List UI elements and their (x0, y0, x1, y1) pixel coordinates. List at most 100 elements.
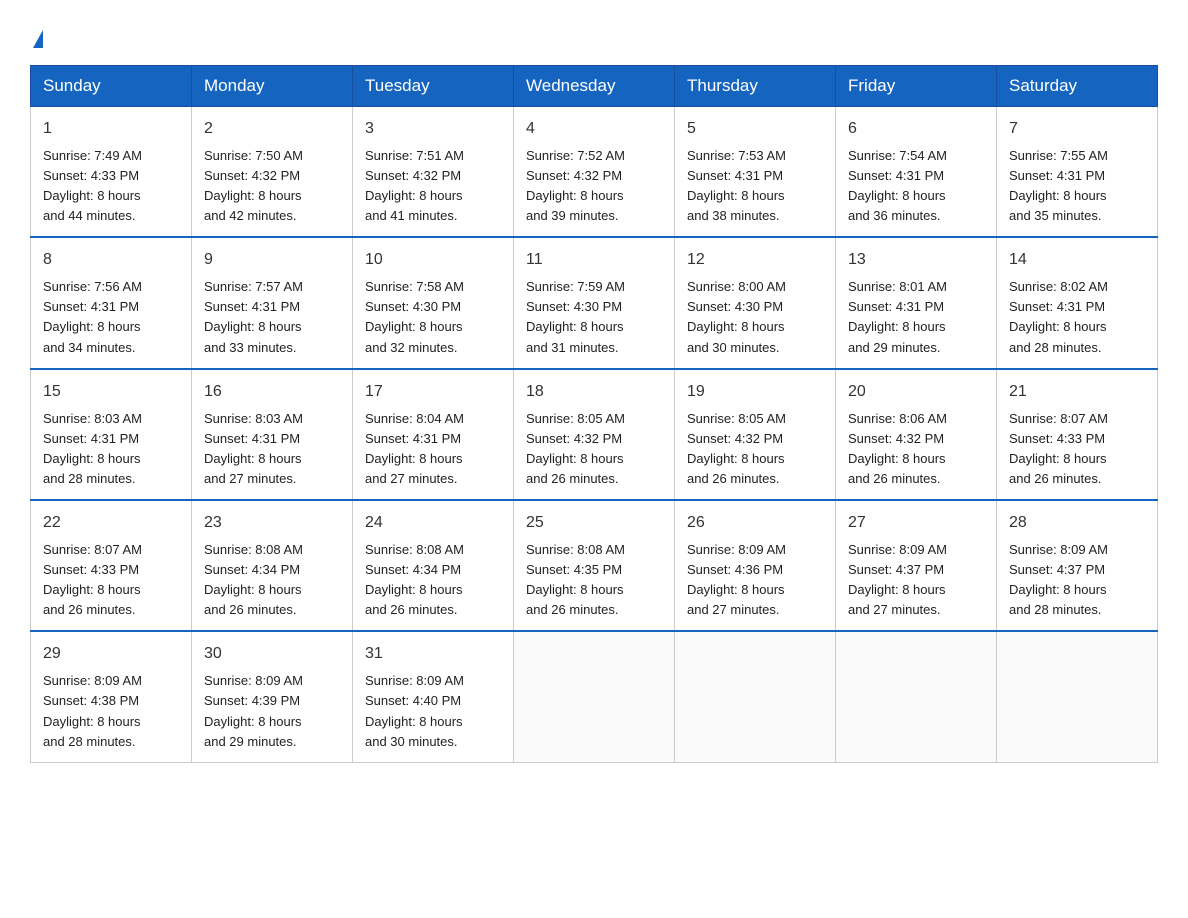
day-number: 19 (687, 380, 823, 405)
day-info: Sunrise: 8:06 AM Sunset: 4:32 PM Dayligh… (848, 409, 984, 490)
calendar-week-4: 22 Sunrise: 8:07 AM Sunset: 4:33 PM Dayli… (31, 500, 1158, 631)
calendar-table: SundayMondayTuesdayWednesdayThursdayFrid… (30, 65, 1158, 763)
day-number: 12 (687, 248, 823, 273)
day-number: 5 (687, 117, 823, 142)
day-number: 30 (204, 642, 340, 667)
day-info: Sunrise: 8:02 AM Sunset: 4:31 PM Dayligh… (1009, 277, 1145, 358)
calendar-cell: 22 Sunrise: 8:07 AM Sunset: 4:33 PM Dayli… (31, 500, 192, 631)
calendar-body: 1 Sunrise: 7:49 AM Sunset: 4:33 PM Daylig… (31, 107, 1158, 763)
day-number: 2 (204, 117, 340, 142)
calendar-cell: 12Sunrise: 8:00 AM Sunset: 4:30 PM Dayli… (675, 237, 836, 368)
calendar-cell: 19 Sunrise: 8:05 AM Sunset: 4:32 PM Dayli… (675, 369, 836, 500)
day-info: Sunrise: 8:08 AM Sunset: 4:34 PM Dayligh… (204, 540, 340, 621)
day-info: Sunrise: 7:57 AM Sunset: 4:31 PM Dayligh… (204, 277, 340, 358)
day-number: 25 (526, 511, 662, 536)
calendar-cell: 29 Sunrise: 8:09 AM Sunset: 4:38 PM Dayli… (31, 631, 192, 762)
day-info: Sunrise: 7:55 AM Sunset: 4:31 PM Dayligh… (1009, 146, 1145, 227)
day-number: 8 (43, 248, 179, 273)
day-number: 1 (43, 117, 179, 142)
day-number: 18 (526, 380, 662, 405)
calendar-cell: 2 Sunrise: 7:50 AM Sunset: 4:32 PM Daylig… (192, 107, 353, 238)
page: SundayMondayTuesdayWednesdayThursdayFrid… (0, 0, 1188, 793)
day-number: 29 (43, 642, 179, 667)
calendar-cell: 17 Sunrise: 8:04 AM Sunset: 4:31 PM Dayli… (353, 369, 514, 500)
day-info: Sunrise: 7:52 AM Sunset: 4:32 PM Dayligh… (526, 146, 662, 227)
day-info: Sunrise: 8:05 AM Sunset: 4:32 PM Dayligh… (687, 409, 823, 490)
day-info: Sunrise: 8:04 AM Sunset: 4:31 PM Dayligh… (365, 409, 501, 490)
day-number: 11 (526, 248, 662, 273)
calendar-cell: 31 Sunrise: 8:09 AM Sunset: 4:40 PM Dayli… (353, 631, 514, 762)
day-number: 21 (1009, 380, 1145, 405)
day-info: Sunrise: 7:56 AM Sunset: 4:31 PM Dayligh… (43, 277, 179, 358)
day-number: 28 (1009, 511, 1145, 536)
calendar-cell: 3 Sunrise: 7:51 AM Sunset: 4:32 PM Daylig… (353, 107, 514, 238)
calendar-cell: 14 Sunrise: 8:02 AM Sunset: 4:31 PM Dayli… (997, 237, 1158, 368)
weekday-header-row: SundayMondayTuesdayWednesdayThursdayFrid… (31, 66, 1158, 107)
day-number: 13 (848, 248, 984, 273)
day-number: 10 (365, 248, 501, 273)
day-info: Sunrise: 7:50 AM Sunset: 4:32 PM Dayligh… (204, 146, 340, 227)
calendar-cell: 25 Sunrise: 8:08 AM Sunset: 4:35 PM Dayli… (514, 500, 675, 631)
calendar-week-1: 1 Sunrise: 7:49 AM Sunset: 4:33 PM Daylig… (31, 107, 1158, 238)
calendar-header: SundayMondayTuesdayWednesdayThursdayFrid… (31, 66, 1158, 107)
calendar-cell (675, 631, 836, 762)
calendar-cell (514, 631, 675, 762)
day-number: 4 (526, 117, 662, 142)
calendar-cell: 15 Sunrise: 8:03 AM Sunset: 4:31 PM Dayli… (31, 369, 192, 500)
logo-row1 (30, 30, 43, 48)
calendar-cell: 1 Sunrise: 7:49 AM Sunset: 4:33 PM Daylig… (31, 107, 192, 238)
weekday-header-monday: Monday (192, 66, 353, 107)
weekday-header-friday: Friday (836, 66, 997, 107)
calendar-week-5: 29 Sunrise: 8:09 AM Sunset: 4:38 PM Dayli… (31, 631, 1158, 762)
day-info: Sunrise: 7:58 AM Sunset: 4:30 PM Dayligh… (365, 277, 501, 358)
calendar-cell: 11 Sunrise: 7:59 AM Sunset: 4:30 PM Dayli… (514, 237, 675, 368)
day-info: Sunrise: 8:07 AM Sunset: 4:33 PM Dayligh… (43, 540, 179, 621)
calendar-cell: 23 Sunrise: 8:08 AM Sunset: 4:34 PM Dayli… (192, 500, 353, 631)
calendar-cell: 20Sunrise: 8:06 AM Sunset: 4:32 PM Dayli… (836, 369, 997, 500)
day-info: Sunrise: 8:09 AM Sunset: 4:39 PM Dayligh… (204, 671, 340, 752)
day-info: Sunrise: 7:49 AM Sunset: 4:33 PM Dayligh… (43, 146, 179, 227)
calendar-cell: 9 Sunrise: 7:57 AM Sunset: 4:31 PM Daylig… (192, 237, 353, 368)
day-number: 22 (43, 511, 179, 536)
day-number: 9 (204, 248, 340, 273)
calendar-cell (836, 631, 997, 762)
calendar-cell: 7 Sunrise: 7:55 AM Sunset: 4:31 PM Daylig… (997, 107, 1158, 238)
day-info: Sunrise: 7:59 AM Sunset: 4:30 PM Dayligh… (526, 277, 662, 358)
day-info: Sunrise: 8:09 AM Sunset: 4:38 PM Dayligh… (43, 671, 179, 752)
day-number: 7 (1009, 117, 1145, 142)
day-number: 17 (365, 380, 501, 405)
day-info: Sunrise: 7:54 AM Sunset: 4:31 PM Dayligh… (848, 146, 984, 227)
calendar-cell: 8 Sunrise: 7:56 AM Sunset: 4:31 PM Daylig… (31, 237, 192, 368)
day-info: Sunrise: 7:51 AM Sunset: 4:32 PM Dayligh… (365, 146, 501, 227)
calendar-cell: 16Sunrise: 8:03 AM Sunset: 4:31 PM Dayli… (192, 369, 353, 500)
calendar-cell: 30 Sunrise: 8:09 AM Sunset: 4:39 PM Dayli… (192, 631, 353, 762)
calendar-cell: 5 Sunrise: 7:53 AM Sunset: 4:31 PM Daylig… (675, 107, 836, 238)
calendar-cell: 4 Sunrise: 7:52 AM Sunset: 4:32 PM Daylig… (514, 107, 675, 238)
day-number: 27 (848, 511, 984, 536)
calendar-cell: 18 Sunrise: 8:05 AM Sunset: 4:32 PM Dayli… (514, 369, 675, 500)
day-number: 24 (365, 511, 501, 536)
day-info: Sunrise: 8:09 AM Sunset: 4:40 PM Dayligh… (365, 671, 501, 752)
day-number: 3 (365, 117, 501, 142)
day-info: Sunrise: 8:08 AM Sunset: 4:35 PM Dayligh… (526, 540, 662, 621)
logo (30, 20, 43, 45)
day-number: 31 (365, 642, 501, 667)
weekday-header-tuesday: Tuesday (353, 66, 514, 107)
day-number: 16 (204, 380, 340, 405)
calendar-cell (997, 631, 1158, 762)
day-info: Sunrise: 8:09 AM Sunset: 4:36 PM Dayligh… (687, 540, 823, 621)
day-number: 23 (204, 511, 340, 536)
calendar-cell: 6Sunrise: 7:54 AM Sunset: 4:31 PM Daylig… (836, 107, 997, 238)
weekday-header-wednesday: Wednesday (514, 66, 675, 107)
calendar-week-2: 8 Sunrise: 7:56 AM Sunset: 4:31 PM Daylig… (31, 237, 1158, 368)
day-info: Sunrise: 7:53 AM Sunset: 4:31 PM Dayligh… (687, 146, 823, 227)
day-number: 15 (43, 380, 179, 405)
calendar-cell: 21 Sunrise: 8:07 AM Sunset: 4:33 PM Dayli… (997, 369, 1158, 500)
day-info: Sunrise: 8:07 AM Sunset: 4:33 PM Dayligh… (1009, 409, 1145, 490)
weekday-header-saturday: Saturday (997, 66, 1158, 107)
header (30, 20, 1158, 45)
weekday-header-thursday: Thursday (675, 66, 836, 107)
day-info: Sunrise: 8:05 AM Sunset: 4:32 PM Dayligh… (526, 409, 662, 490)
day-info: Sunrise: 8:03 AM Sunset: 4:31 PM Dayligh… (43, 409, 179, 490)
day-number: 14 (1009, 248, 1145, 273)
